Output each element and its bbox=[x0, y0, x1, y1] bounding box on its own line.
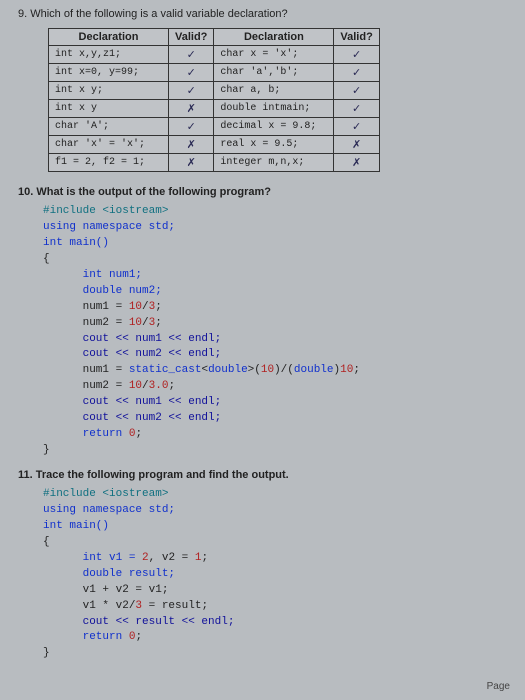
q11-title: 11. Trace the following program and find… bbox=[18, 469, 507, 481]
q11-code: #include <iostream> using namespace std;… bbox=[43, 487, 507, 662]
table-row: int x,y,z1;✓char x = 'x';✓ bbox=[49, 46, 380, 64]
q9-title: 9. Which of the following is a valid var… bbox=[18, 8, 507, 20]
q10-section: 10. What is the output of the following … bbox=[18, 186, 507, 459]
table-row: int x y✗double intmain;✓ bbox=[49, 100, 380, 118]
hdr-valid2: Valid? bbox=[334, 29, 379, 46]
table-row: int x y;✓char a, b;✓ bbox=[49, 82, 380, 100]
table-row: char 'A';✓decimal x = 9.8;✓ bbox=[49, 118, 380, 136]
hdr-valid1: Valid? bbox=[169, 29, 214, 46]
hdr-decl1: Declaration bbox=[49, 29, 169, 46]
page-label: Page bbox=[487, 681, 510, 692]
q10-code: #include <iostream> using namespace std;… bbox=[43, 204, 507, 459]
table-row: char 'x' = 'x';✗real x = 9.5;✗ bbox=[49, 136, 380, 154]
table-row: int x=0, y=99;✓char 'a','b';✓ bbox=[49, 64, 380, 82]
table-row: f1 = 2, f2 = 1;✗integer m,n,x;✗ bbox=[49, 154, 380, 172]
declaration-table: Declaration Valid? Declaration Valid? in… bbox=[48, 28, 380, 172]
q11-section: 11. Trace the following program and find… bbox=[18, 469, 507, 662]
q10-title: 10. What is the output of the following … bbox=[18, 186, 507, 198]
hdr-decl2: Declaration bbox=[214, 29, 334, 46]
table-header-row: Declaration Valid? Declaration Valid? bbox=[49, 29, 380, 46]
